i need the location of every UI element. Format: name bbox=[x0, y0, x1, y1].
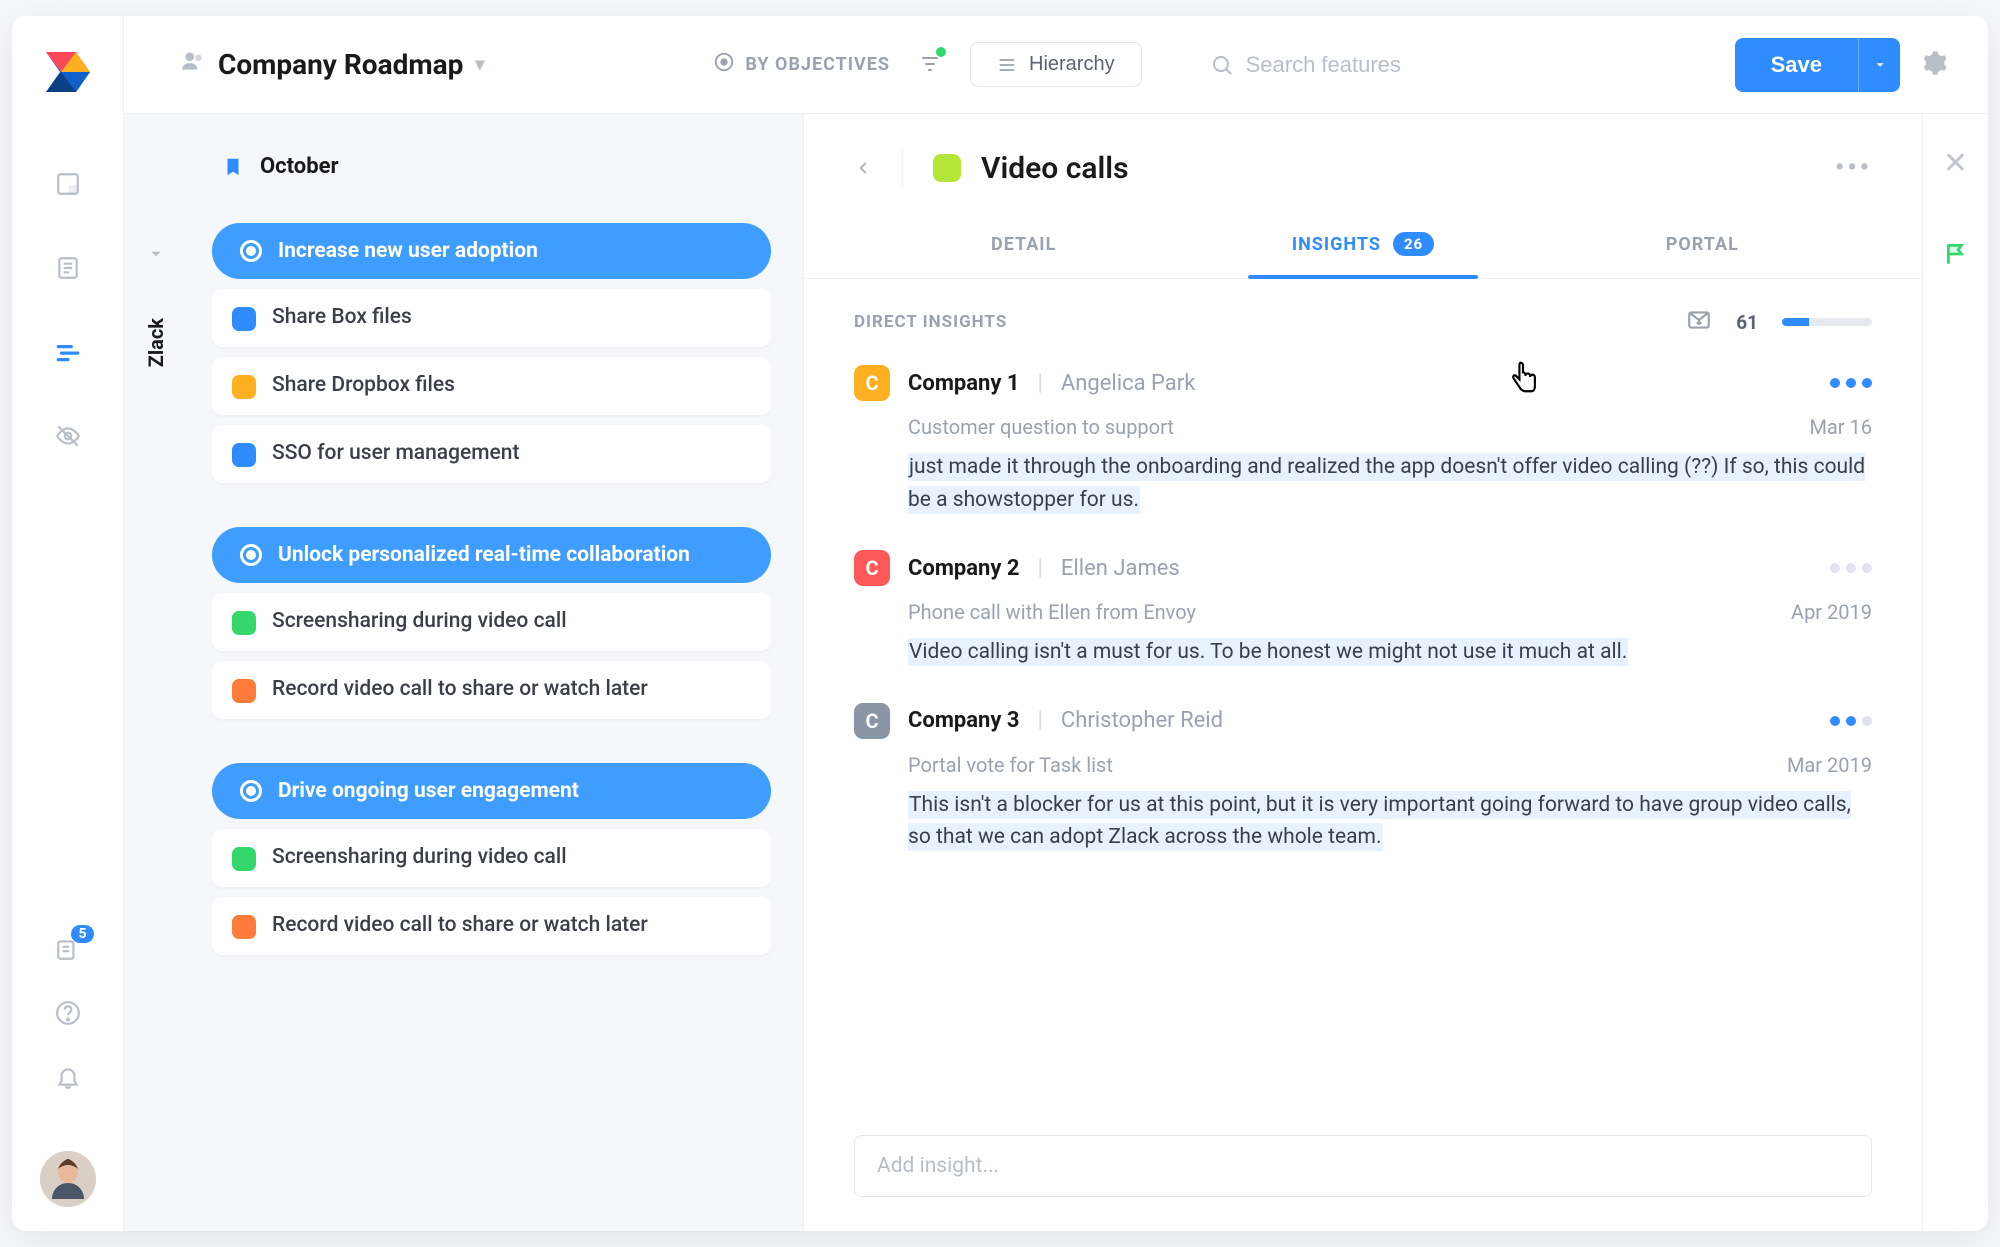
tab-insights[interactable]: INSIGHTS 26 bbox=[1193, 212, 1532, 278]
priority-dots bbox=[1830, 716, 1872, 726]
feature-card[interactable]: Screensharing during video call bbox=[212, 829, 771, 887]
inbox-icon[interactable]: 5 bbox=[54, 935, 82, 963]
insight-item[interactable]: C Company 3 | Christopher Reid Portal vo… bbox=[854, 703, 1872, 854]
objective-header[interactable]: Unlock personalized real-time collaborat… bbox=[212, 527, 771, 583]
insight-company: Company 1 bbox=[908, 371, 1020, 396]
by-objectives-toggle[interactable]: BY OBJECTIVES bbox=[713, 51, 890, 78]
close-panel-icon[interactable]: ✕ bbox=[1943, 146, 1968, 181]
list-icon bbox=[997, 55, 1017, 75]
insights-score-bar bbox=[1782, 318, 1872, 326]
target-icon bbox=[713, 51, 735, 78]
notifications-icon[interactable] bbox=[54, 1063, 82, 1091]
flag-icon[interactable] bbox=[1943, 241, 1969, 271]
priority-dots bbox=[1830, 378, 1872, 388]
objective-icon bbox=[240, 780, 262, 802]
feature-chip bbox=[232, 915, 256, 939]
insights-score: 61 bbox=[1736, 311, 1758, 334]
notes-icon[interactable] bbox=[54, 254, 82, 282]
feature-chip bbox=[232, 611, 256, 635]
insight-company: Company 2 bbox=[908, 556, 1020, 581]
company-chip: C bbox=[854, 550, 890, 586]
objective-header[interactable]: Increase new user adoption bbox=[212, 223, 771, 279]
settings-icon[interactable] bbox=[1920, 49, 1948, 81]
insight-author: Christopher Reid bbox=[1061, 708, 1223, 733]
objective-icon bbox=[240, 240, 262, 262]
insight-company: Company 3 bbox=[908, 708, 1020, 733]
feature-card[interactable]: Share Dropbox files bbox=[212, 357, 771, 415]
search-field[interactable] bbox=[1210, 52, 1506, 78]
search-icon bbox=[1210, 53, 1234, 77]
insights-count-badge: 26 bbox=[1393, 232, 1434, 256]
inbox-badge: 5 bbox=[71, 925, 93, 943]
priority-dots bbox=[1830, 563, 1872, 573]
feature-chip bbox=[232, 443, 256, 467]
hierarchy-button[interactable]: Hierarchy bbox=[970, 42, 1142, 87]
feature-card[interactable]: Share Box files bbox=[212, 289, 771, 347]
inbox-down-icon[interactable] bbox=[1686, 307, 1712, 337]
insight-meta: Customer question to support bbox=[908, 415, 1174, 439]
save-dropdown[interactable] bbox=[1858, 38, 1900, 92]
detail-tabs: DETAIL INSIGHTS 26 PORTAL bbox=[804, 212, 1922, 279]
insight-body: Video calling isn't a must for us. To be… bbox=[908, 636, 1872, 669]
chevron-left-icon bbox=[854, 159, 872, 177]
topbar: Company Roadmap ▾ BY OBJECTIVES Hierarch… bbox=[124, 16, 1988, 114]
feature-card[interactable]: Record video call to share or watch late… bbox=[212, 897, 771, 955]
bookmark-icon bbox=[222, 156, 244, 178]
insight-body: just made it through the onboarding and … bbox=[908, 451, 1872, 516]
insight-body: This isn't a blocker for us at this poin… bbox=[908, 789, 1872, 854]
roadmap-icon[interactable] bbox=[54, 338, 82, 366]
back-button[interactable] bbox=[854, 148, 903, 188]
search-input[interactable] bbox=[1246, 52, 1506, 78]
user-avatar[interactable] bbox=[40, 1151, 96, 1207]
tab-detail[interactable]: DETAIL bbox=[854, 212, 1193, 278]
nav-rail: 5 bbox=[12, 16, 124, 1231]
feature-detail-panel: Video calls ••• DETAIL INSIGHTS 26 PORTA… bbox=[804, 114, 1922, 1231]
people-icon bbox=[180, 48, 206, 81]
direct-insights-label: DIRECT INSIGHTS bbox=[854, 312, 1007, 332]
month-label: October bbox=[260, 154, 339, 179]
feature-card[interactable]: SSO for user management bbox=[212, 425, 771, 483]
app-logo[interactable] bbox=[40, 44, 96, 100]
insight-date: Apr 2019 bbox=[1791, 600, 1872, 624]
board-icon[interactable] bbox=[54, 170, 82, 198]
visibility-off-icon[interactable] bbox=[54, 422, 82, 450]
save-split-button: Save bbox=[1735, 38, 1900, 92]
company-chip: C bbox=[854, 365, 890, 401]
feature-chip bbox=[232, 375, 256, 399]
company-chip: C bbox=[854, 703, 890, 739]
feature-chip bbox=[232, 847, 256, 871]
objective-icon bbox=[240, 544, 262, 566]
feature-chip bbox=[232, 307, 256, 331]
tab-portal[interactable]: PORTAL bbox=[1533, 212, 1872, 278]
insight-author: Angelica Park bbox=[1061, 371, 1196, 396]
help-icon[interactable] bbox=[54, 999, 82, 1027]
roadmap-column: Zlack October Increase new user adoption S… bbox=[124, 114, 804, 1231]
lane-collapse-icon[interactable] bbox=[147, 244, 165, 268]
insight-item[interactable]: C Company 1 | Angelica Park Customer que… bbox=[854, 365, 1872, 516]
save-button[interactable]: Save bbox=[1735, 38, 1858, 92]
more-menu[interactable]: ••• bbox=[1835, 153, 1872, 183]
add-insight-input[interactable]: Add insight... bbox=[854, 1135, 1872, 1197]
feature-title: Video calls bbox=[981, 151, 1129, 186]
chevron-down-icon bbox=[1873, 58, 1887, 72]
feature-card[interactable]: Screensharing during video call bbox=[212, 593, 771, 651]
feature-card[interactable]: Record video call to share or watch late… bbox=[212, 661, 771, 719]
filter-active-dot bbox=[936, 47, 946, 57]
lane-label: Zlack bbox=[144, 318, 168, 367]
insight-author: Ellen James bbox=[1061, 556, 1180, 581]
roadmap-selector[interactable]: Company Roadmap ▾ bbox=[180, 48, 484, 81]
insight-meta: Phone call with Ellen from Envoy bbox=[908, 600, 1196, 624]
feature-chip bbox=[232, 679, 256, 703]
roadmap-name: Company Roadmap bbox=[218, 48, 463, 81]
insight-date: Mar 16 bbox=[1809, 415, 1872, 439]
right-rail: ✕ bbox=[1922, 114, 1988, 1231]
feature-color-chip bbox=[933, 154, 961, 182]
filter-icon[interactable] bbox=[918, 51, 942, 79]
insight-date: Mar 2019 bbox=[1787, 753, 1872, 777]
insight-meta: Portal vote for Task list bbox=[908, 753, 1113, 777]
insight-item[interactable]: C Company 2 | Ellen James Phone call wit… bbox=[854, 550, 1872, 669]
objective-header[interactable]: Drive ongoing user engagement bbox=[212, 763, 771, 819]
chevron-down-icon: ▾ bbox=[475, 54, 484, 75]
